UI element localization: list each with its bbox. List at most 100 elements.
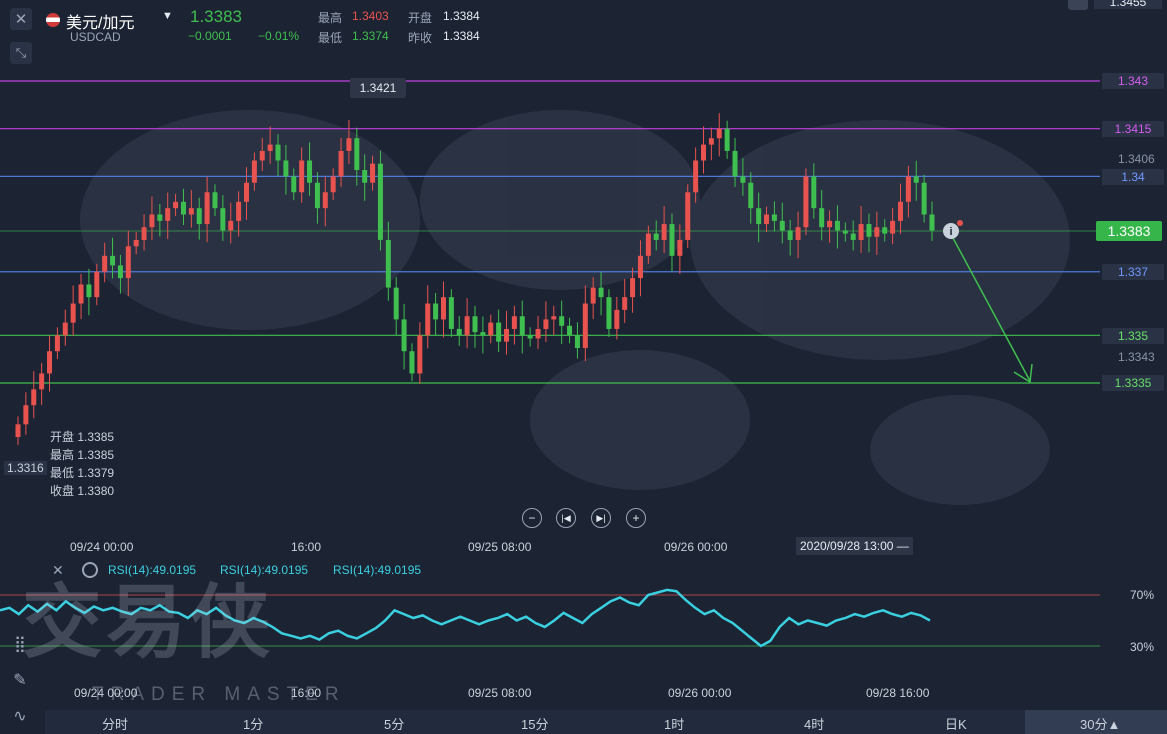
candle-body	[582, 303, 588, 349]
candle-body	[196, 208, 202, 225]
rsi-label: RSI(14):49.0195	[333, 563, 422, 577]
candle-body	[669, 224, 675, 256]
candle-body	[574, 335, 580, 349]
candle-body	[220, 208, 226, 231]
tab-5min[interactable]: 5分	[384, 714, 404, 733]
level-tag-1343: 1.343	[1102, 73, 1164, 89]
candle-body	[204, 192, 210, 225]
rsi-close-icon[interactable]: ✕	[52, 562, 64, 579]
candle-body	[779, 220, 785, 231]
zoom-in-button[interactable]: +	[626, 508, 646, 528]
symbol-dropdown-icon[interactable]: ▼	[162, 10, 173, 22]
zoom-out-button[interactable]: −	[522, 508, 542, 528]
world-map-background	[80, 110, 1070, 505]
tab-15min[interactable]: 15分	[521, 714, 548, 733]
candle-body	[54, 335, 60, 352]
candle-body	[724, 128, 730, 151]
alert-bell-icon[interactable]	[1068, 0, 1088, 10]
high-value: 1.3403	[352, 9, 389, 23]
candle-body	[921, 182, 927, 215]
flag-icon	[46, 13, 60, 27]
left-edge-price: 1.3316	[4, 461, 47, 475]
chart-type-icon[interactable]: ∿	[8, 704, 32, 728]
candle-body	[551, 316, 557, 320]
candle-body	[653, 233, 659, 240]
tab-timeshare[interactable]: 分时	[102, 714, 128, 733]
candle-body	[590, 287, 596, 304]
candle-body	[117, 265, 123, 279]
candle-body	[62, 322, 68, 336]
crosshair-time-text: 2020/09/28 13:00	[800, 539, 894, 553]
current-price-tag: 1.3383	[1096, 221, 1162, 241]
candle-body	[748, 182, 754, 209]
close-button[interactable]: ✕	[10, 8, 32, 30]
candle-body	[236, 201, 242, 221]
candle-body	[519, 316, 525, 336]
open-value: 1.3384	[443, 9, 480, 23]
indicators-icon[interactable]: ⣿	[8, 632, 32, 656]
svg-text:i: i	[949, 226, 952, 238]
candle-body	[890, 220, 896, 234]
candle-body	[874, 227, 880, 237]
candle-body	[173, 201, 179, 209]
collapse-icon[interactable]: ⤡	[10, 42, 32, 64]
candle-body	[488, 322, 494, 336]
current-price: 1.3383	[190, 7, 242, 26]
draw-tool-icon[interactable]: ✎	[8, 668, 32, 692]
tab-1hour[interactable]: 1时	[664, 714, 684, 733]
tab-4hour[interactable]: 4时	[804, 714, 824, 733]
crosshair-tick: —	[893, 539, 909, 553]
candle-body	[70, 303, 76, 323]
prev-close-value: 1.3384	[443, 29, 480, 43]
price-change: −0.0001	[188, 29, 232, 43]
candle-body	[866, 224, 872, 237]
candle-body	[346, 138, 352, 151]
level-tag-13335: 1.3335	[1102, 375, 1164, 391]
candle-body	[677, 239, 683, 256]
candle-body	[86, 284, 92, 298]
candle-body	[354, 138, 360, 171]
candle-body	[31, 389, 37, 406]
candle-body	[314, 182, 320, 209]
level-tag-1335: 1.335	[1102, 328, 1164, 344]
candle-body	[834, 220, 840, 231]
candle-body	[157, 214, 163, 221]
rsi-30-label: 30%	[1130, 640, 1155, 654]
rsi-x-axis-label: 09/24 00:00	[74, 686, 138, 700]
rsi-settings-icon[interactable]	[82, 562, 98, 578]
candle-body	[913, 176, 919, 183]
rsi-x-axis-label: 09/26 00:00	[668, 686, 732, 700]
low-label: 最低	[318, 31, 343, 45]
candle-body	[180, 201, 186, 215]
candle-body	[685, 192, 691, 240]
peak-price-label: 1.3421	[350, 78, 406, 98]
candle-body	[622, 297, 628, 310]
candle-body	[244, 182, 249, 202]
candle-body	[535, 328, 541, 339]
tab-1min[interactable]: 1分	[243, 714, 263, 733]
candle-body	[417, 335, 423, 374]
price-change-pct: −0.01%	[258, 29, 300, 43]
scroll-end-button[interactable]: ▶|	[591, 508, 611, 528]
candle-body	[425, 303, 431, 336]
candle-body	[251, 160, 257, 183]
scroll-start-button[interactable]: |◀	[556, 508, 576, 528]
top-axis-price: 1.3455	[1094, 0, 1162, 9]
candle-body	[141, 227, 147, 240]
candle-body	[504, 328, 510, 342]
candle-body	[440, 297, 446, 320]
rsi-x-axis-label: 16:00	[291, 686, 322, 700]
candle-body	[362, 170, 368, 183]
crosshair-time-label: 2020/09/28 13:00 —	[796, 537, 913, 555]
candle-body	[850, 233, 856, 240]
candle-body	[39, 373, 45, 390]
candle-body	[787, 230, 793, 240]
tab-daily[interactable]: 日K	[945, 714, 967, 733]
open-label: 开盘	[408, 11, 433, 25]
tab-30min-selected[interactable]: 30分▲	[1080, 714, 1120, 733]
candle-body	[882, 227, 888, 234]
candle-body	[795, 227, 801, 240]
candle-body	[740, 176, 746, 183]
rsi-label: RSI(14):49.0195	[220, 563, 309, 577]
candle-body	[819, 208, 825, 228]
